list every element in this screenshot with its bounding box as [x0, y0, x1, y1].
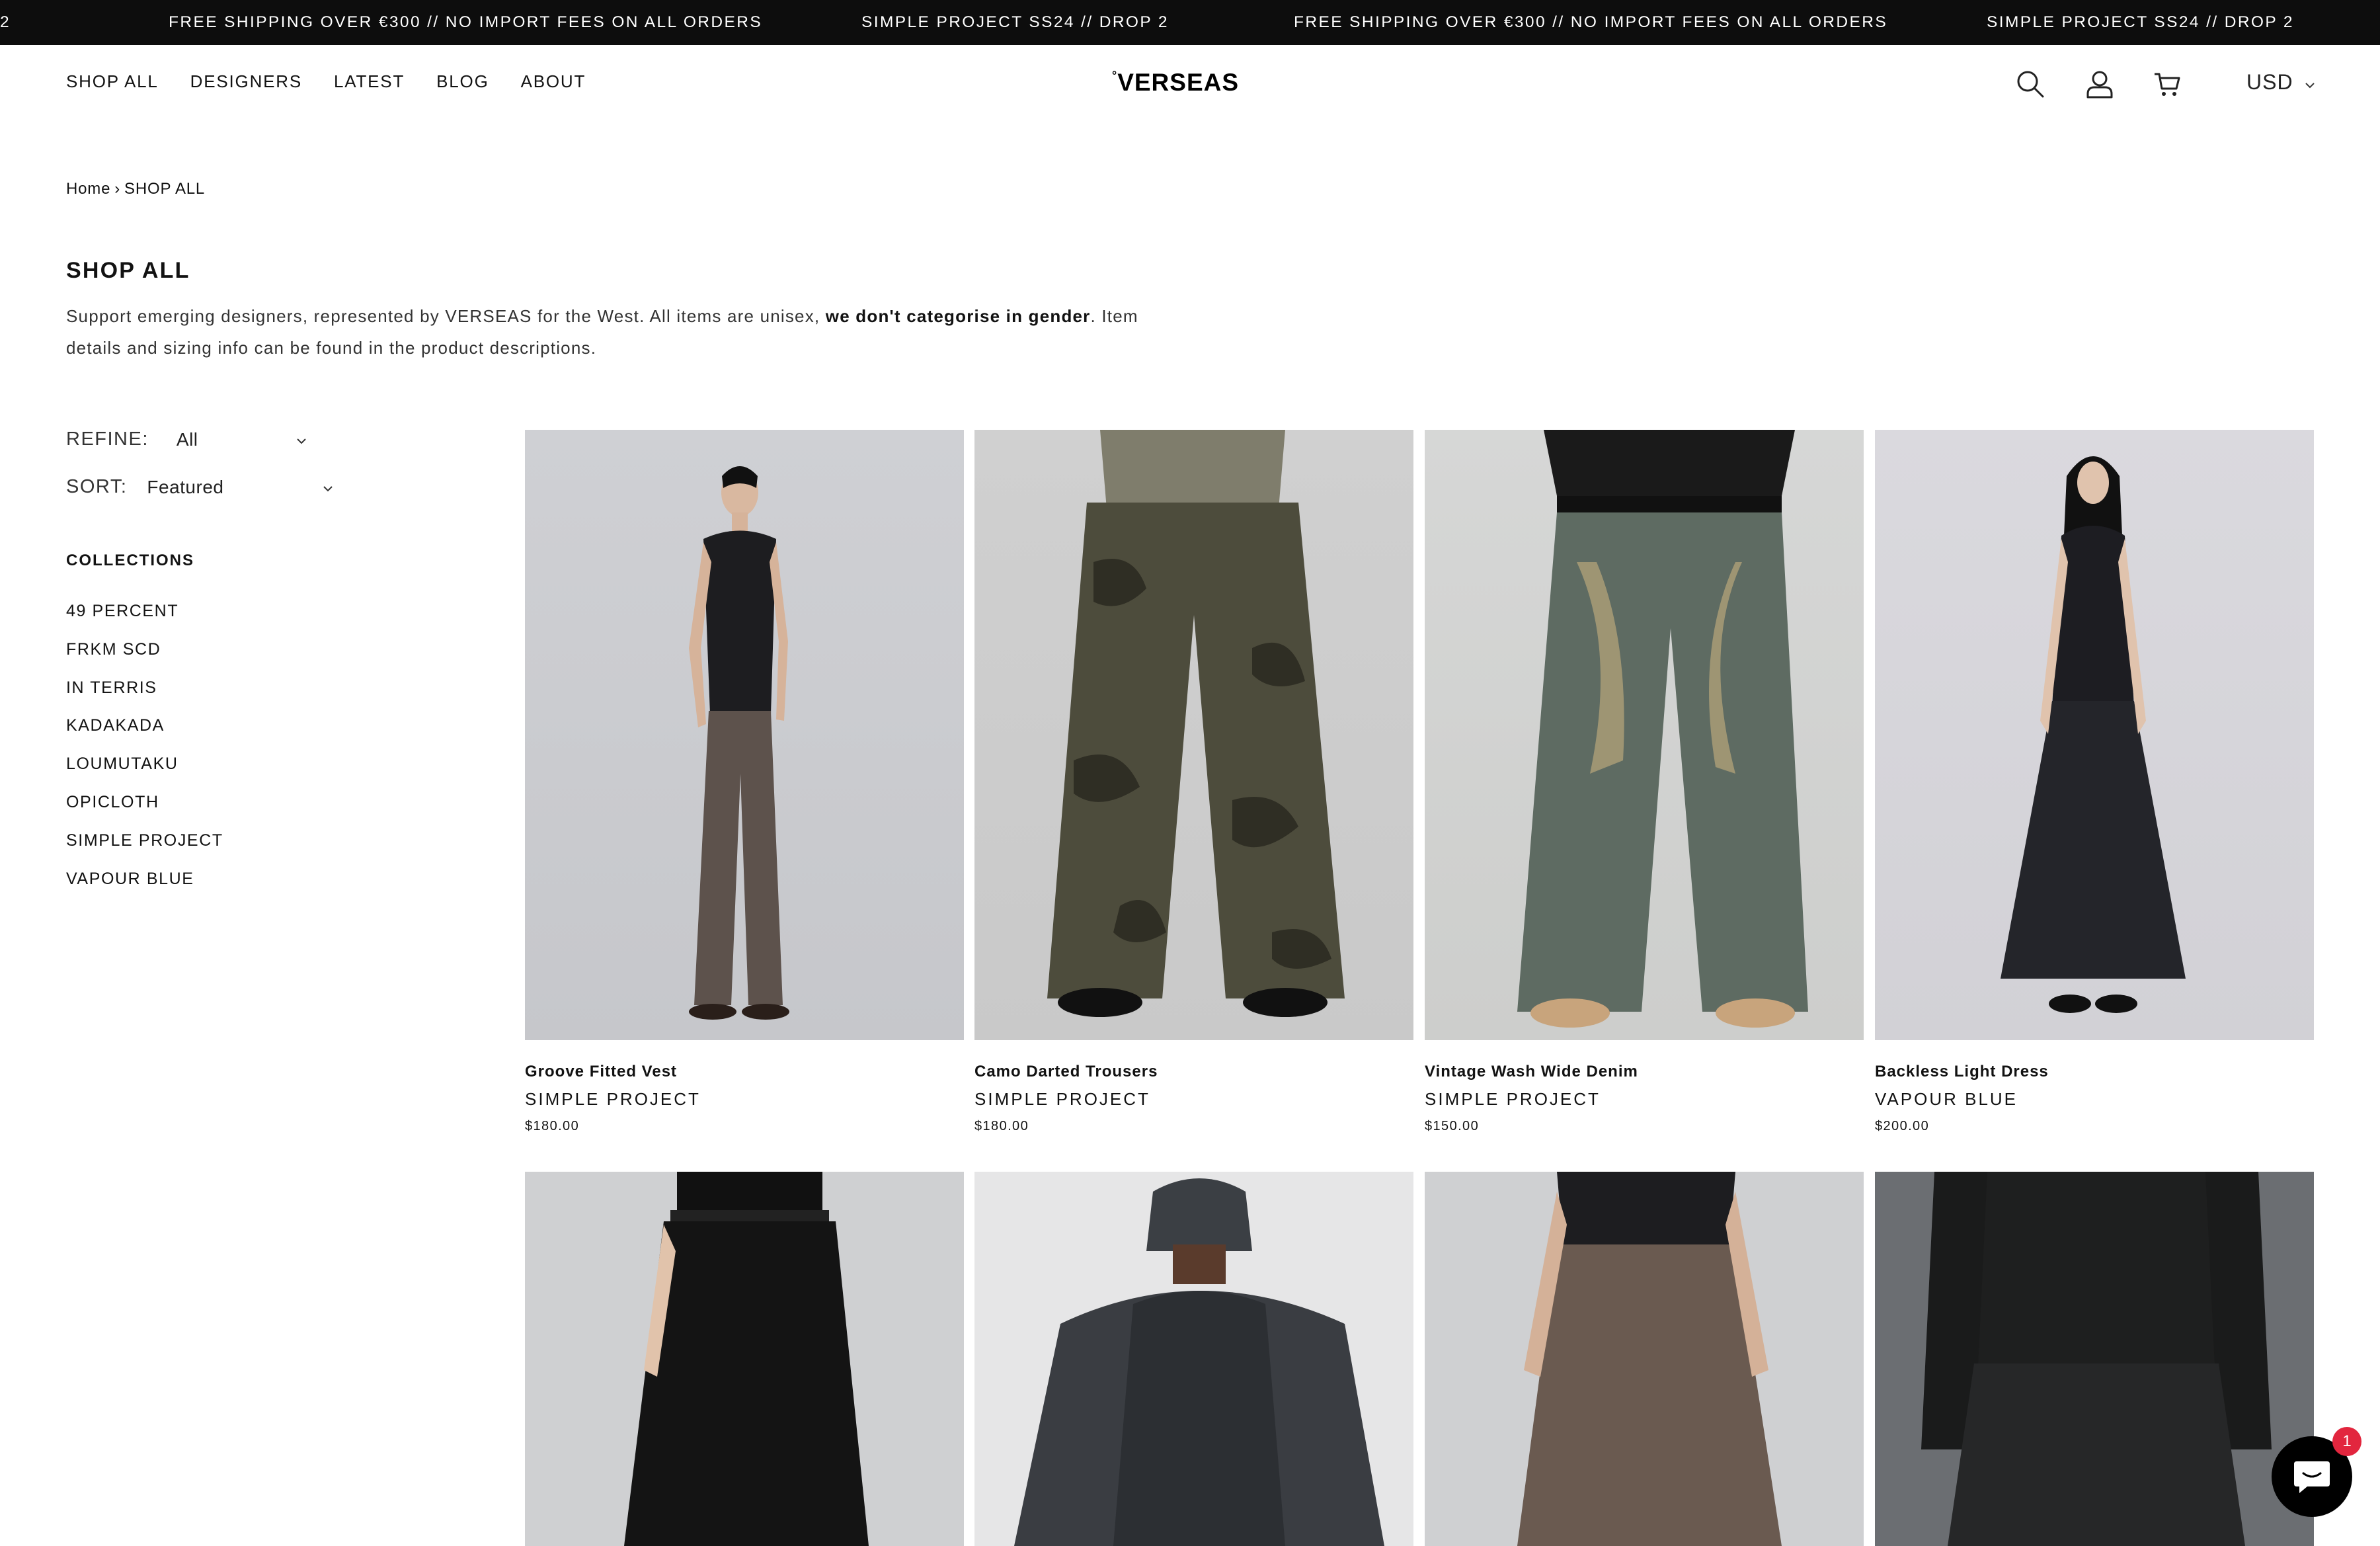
announcement-text: FREE SHIPPING OVER €300 // NO IMPORT FEE…: [169, 13, 763, 31]
product-image[interactable]: [1875, 1172, 2314, 1546]
nav-latest[interactable]: LATEST: [334, 71, 405, 92]
cart-icon[interactable]: [2153, 69, 2183, 99]
refine-label: REFINE:: [66, 428, 149, 450]
product-card[interactable]: [1425, 1172, 1864, 1546]
sort-filter[interactable]: SORT: Featured: [66, 476, 334, 498]
chevron-down-icon: [322, 476, 334, 498]
breadcrumb: Home › SHOP ALL: [66, 180, 205, 198]
announcement-bar: 2 FREE SHIPPING OVER €300 // NO IMPORT F…: [0, 0, 2380, 45]
account-icon[interactable]: [2084, 69, 2115, 99]
chevron-down-icon: [296, 428, 307, 450]
chat-button[interactable]: 1: [2272, 1427, 2361, 1517]
announcement-text: SIMPLE PROJECT SS24 // DROP 2: [1987, 13, 2294, 31]
search-icon[interactable]: [2015, 69, 2045, 99]
product-card[interactable]: Groove Fitted Vest SIMPLE PROJECT $180.0…: [525, 430, 964, 1134]
breadcrumb-separator: ›: [114, 180, 121, 198]
product-card[interactable]: [525, 1172, 964, 1546]
logo-mark: °: [1112, 68, 1118, 82]
product-vendor: VAPOUR BLUE: [1875, 1089, 2018, 1109]
product-name[interactable]: Vintage Wash Wide Denim: [1425, 1063, 1864, 1081]
page-title: SHOP ALL: [66, 258, 190, 283]
announcement-text: SIMPLE PROJECT SS24 // DROP 2: [861, 13, 1169, 31]
collection-link[interactable]: FRKM SCD: [66, 640, 223, 678]
product-image[interactable]: [1425, 1172, 1864, 1546]
refine-filter[interactable]: REFINE: All: [66, 428, 307, 450]
announcement-text: 2: [0, 13, 11, 31]
page-description: Support emerging designers, represented …: [66, 300, 1177, 364]
collection-link[interactable]: VAPOUR BLUE: [66, 870, 223, 908]
refine-value: All: [176, 428, 198, 450]
product-image[interactable]: [525, 1172, 964, 1546]
collection-link[interactable]: LOUMUTAKU: [66, 754, 223, 793]
nav-shop-all[interactable]: SHOP ALL: [66, 71, 159, 92]
currency-value: USD: [2246, 70, 2293, 94]
product-vendor: SIMPLE PROJECT: [525, 1089, 701, 1109]
description-text: Support emerging designers, represented …: [66, 306, 826, 326]
chevron-down-icon: [2304, 70, 2316, 95]
chat-notification-badge: 1: [2332, 1427, 2361, 1456]
product-price: $150.00: [1425, 1119, 1480, 1133]
product-image[interactable]: [1425, 430, 1864, 1040]
product-price: $180.00: [974, 1119, 1029, 1133]
product-name[interactable]: Backless Light Dress: [1875, 1063, 2314, 1081]
collections-list: 49 PERCENT FRKM SCD IN TERRIS KADAKADA L…: [66, 602, 223, 907]
collection-link[interactable]: SIMPLE PROJECT: [66, 831, 223, 870]
collection-link[interactable]: IN TERRIS: [66, 678, 223, 717]
product-price: $200.00: [1875, 1119, 1930, 1133]
breadcrumb-home[interactable]: Home: [66, 180, 110, 198]
product-card[interactable]: Backless Light Dress VAPOUR BLUE $200.00: [1875, 430, 2314, 1134]
nav-designers[interactable]: DESIGNERS: [190, 71, 302, 92]
product-card[interactable]: Vintage Wash Wide Denim SIMPLE PROJECT $…: [1425, 430, 1864, 1134]
collection-link[interactable]: KADAKADA: [66, 716, 223, 754]
product-image[interactable]: [974, 1172, 1413, 1546]
product-card[interactable]: Camo Darted Trousers SIMPLE PROJECT $180…: [974, 430, 1413, 1134]
currency-selector[interactable]: USD: [2246, 70, 2316, 95]
site-logo[interactable]: °VERSEAS: [1112, 69, 1239, 97]
product-price: $180.00: [525, 1119, 580, 1133]
product-name[interactable]: Camo Darted Trousers: [974, 1063, 1413, 1081]
sort-label: SORT:: [66, 476, 128, 497]
product-image[interactable]: [1875, 430, 2314, 1040]
product-vendor: SIMPLE PROJECT: [1425, 1089, 1601, 1109]
collection-link[interactable]: 49 PERCENT: [66, 602, 223, 640]
chat-icon: [2291, 1459, 2332, 1499]
product-name[interactable]: Groove Fitted Vest: [525, 1063, 964, 1081]
product-image[interactable]: [974, 430, 1413, 1040]
nav-about[interactable]: ABOUT: [521, 71, 586, 92]
product-card[interactable]: [1875, 1172, 2314, 1546]
nav-blog[interactable]: BLOG: [436, 71, 489, 92]
breadcrumb-current: SHOP ALL: [124, 180, 206, 198]
main-nav: SHOP ALL DESIGNERS LATEST BLOG ABOUT: [66, 71, 586, 92]
description-emphasis: we don't categorise in gender: [825, 306, 1091, 326]
announcement-text: FREE SHIPPING OVER €300 // NO IMPORT FEE…: [1294, 13, 1888, 31]
collections-title: COLLECTIONS: [66, 551, 194, 569]
product-vendor: SIMPLE PROJECT: [974, 1089, 1150, 1109]
product-card[interactable]: [974, 1172, 1413, 1546]
collection-link[interactable]: OPICLOTH: [66, 793, 223, 831]
product-image[interactable]: [525, 430, 964, 1040]
logo-text: VERSEAS: [1117, 69, 1240, 96]
sort-value: Featured: [147, 476, 224, 497]
